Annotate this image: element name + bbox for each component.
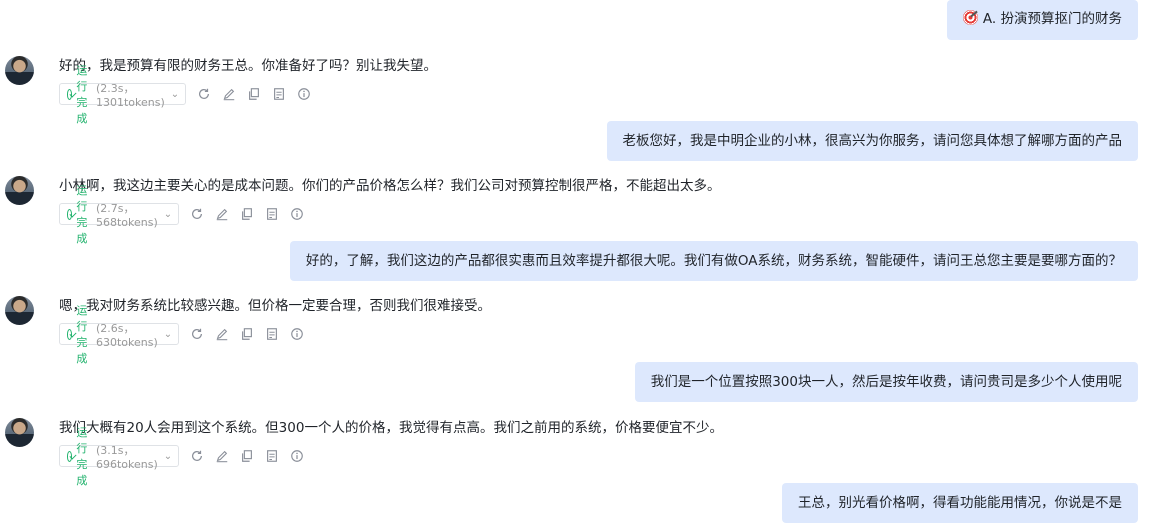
status-label: 运行完成: [76, 64, 88, 125]
user-message-text: 老板您好，我是中明企业的小林，很高兴为你服务，请问您具体想了解哪方面的产品: [622, 133, 1123, 149]
message-meta: 运行完成 (2.3s，1301tokens) ⌄: [59, 64, 311, 125]
user-bubble: 好的，了解，我们这边的产品都很实惠而且效率提升都很大呢。我们有做OA系统，财务系…: [289, 241, 1138, 281]
user-bubble: 老板您好，我是中明企业的小林，很高兴为你服务，请问您具体想了解哪方面的产品: [606, 121, 1138, 161]
run-stats: (2.6s，630tokens): [96, 321, 158, 349]
user-message-text: A. 扮演预算抠门的财务: [982, 11, 1122, 27]
status-label: 运行完成: [76, 304, 88, 365]
user-bubble: 王总，别光看价格啊，得看功能能用情况，你说是不是: [782, 483, 1138, 523]
message-meta: 运行完成 (2.7s，568tokens) ⌄: [59, 184, 304, 245]
notes-icon[interactable]: [265, 449, 279, 463]
message-meta: 运行完成 (2.6s，630tokens) ⌄: [59, 304, 304, 365]
chat-panel: A. 扮演预算抠门的财务 好的，我是预算有限的财务王总。你准备好了吗？别让我失望…: [0, 0, 1165, 523]
user-message-text: 王总，别光看价格啊，得看功能能用情况，你说是不是: [798, 495, 1122, 511]
copy-icon[interactable]: [240, 207, 254, 221]
check-circle-icon: [67, 450, 73, 462]
status-label: 运行完成: [76, 184, 88, 245]
chevron-down-icon: ⌄: [163, 208, 173, 220]
run-stats: (2.3s，1301tokens): [96, 81, 165, 109]
chevron-down-icon: ⌄: [170, 88, 180, 100]
edit-icon[interactable]: [215, 207, 229, 221]
run-status-badge[interactable]: 运行完成 (3.1s，696tokens) ⌄: [59, 426, 180, 487]
user-message: A. 扮演预算抠门的财务: [946, 0, 1138, 40]
run-status-badge[interactable]: 运行完成 (2.3s，1301tokens) ⌄: [59, 64, 187, 125]
refresh-icon[interactable]: [190, 327, 204, 341]
message-meta: 运行完成 (3.1s，696tokens) ⌄: [59, 426, 304, 487]
edit-icon[interactable]: [222, 87, 236, 101]
avatar: [5, 296, 34, 325]
user-message: 王总，别光看价格啊，得看功能能用情况，你说是不是: [782, 483, 1138, 523]
copy-icon[interactable]: [240, 449, 254, 463]
refresh-icon[interactable]: [197, 87, 211, 101]
run-status-badge[interactable]: 运行完成 (2.7s，568tokens) ⌄: [59, 184, 180, 245]
user-message-text: 我们是一个位置按照300块一人，然后是按年收费，请问贵司是多少个人使用呢: [650, 374, 1122, 390]
ai-message-text: 嗯，我对财务系统比较感兴趣。但价格一定要合理，否则我们很难接受。: [59, 298, 491, 314]
chevron-down-icon: ⌄: [163, 328, 173, 340]
check-circle-icon: [67, 88, 73, 100]
run-status-badge[interactable]: 运行完成 (2.6s，630tokens) ⌄: [59, 304, 180, 365]
status-label: 运行完成: [76, 426, 88, 487]
info-icon[interactable]: [290, 449, 304, 463]
run-stats: (2.7s，568tokens): [96, 201, 158, 229]
edit-icon[interactable]: [215, 449, 229, 463]
copy-icon[interactable]: [247, 87, 261, 101]
user-message-text: 好的，了解，我们这边的产品都很实惠而且效率提升都很大呢。我们有做OA系统，财务系…: [305, 253, 1122, 269]
ai-message-text: 我们大概有20人会用到这个系统。但300一个人的价格，我觉得有点高。我们之前用的…: [59, 420, 723, 436]
edit-icon[interactable]: [215, 327, 229, 341]
ai-message-text: 小林啊，我这边主要关心的是成本问题。你们的产品价格怎么样？我们公司对预算控制很严…: [59, 178, 721, 194]
user-message: 好的，了解，我们这边的产品都很实惠而且效率提升都很大呢。我们有做OA系统，财务系…: [289, 241, 1138, 281]
check-circle-icon: [67, 208, 73, 220]
copy-icon[interactable]: [240, 327, 254, 341]
avatar: [5, 56, 34, 85]
refresh-icon[interactable]: [190, 449, 204, 463]
notes-icon[interactable]: [265, 207, 279, 221]
user-bubble: 我们是一个位置按照300块一人，然后是按年收费，请问贵司是多少个人使用呢: [634, 362, 1138, 402]
ai-message-text: 好的，我是预算有限的财务王总。你准备好了吗？别让我失望。: [59, 58, 437, 74]
info-icon[interactable]: [290, 207, 304, 221]
avatar: [5, 418, 34, 447]
run-stats: (3.1s，696tokens): [96, 443, 158, 471]
chevron-down-icon: ⌄: [163, 450, 173, 462]
notes-icon[interactable]: [265, 327, 279, 341]
info-icon[interactable]: [290, 327, 304, 341]
avatar: [5, 176, 34, 205]
user-message: 我们是一个位置按照300块一人，然后是按年收费，请问贵司是多少个人使用呢: [634, 362, 1138, 402]
user-message: 老板您好，我是中明企业的小林，很高兴为你服务，请问您具体想了解哪方面的产品: [606, 121, 1138, 161]
refresh-icon[interactable]: [190, 207, 204, 221]
check-circle-icon: [67, 328, 73, 340]
info-icon[interactable]: [297, 87, 311, 101]
user-bubble: A. 扮演预算抠门的财务: [946, 0, 1138, 40]
target-icon: [962, 10, 978, 25]
notes-icon[interactable]: [272, 87, 286, 101]
